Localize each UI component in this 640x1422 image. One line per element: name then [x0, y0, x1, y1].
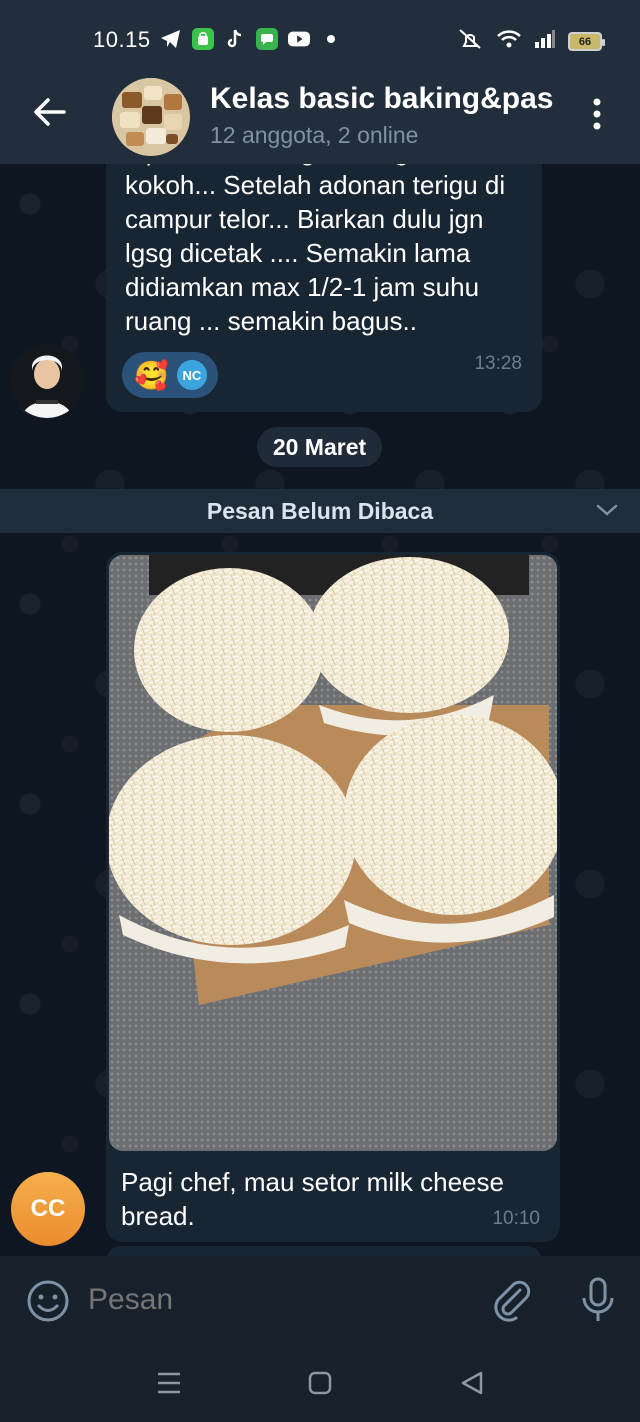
chat-header: Kelas basic baking&pas 12 anggota, 2 onl…: [0, 78, 640, 164]
paperclip-icon[interactable]: [490, 1278, 532, 1322]
message-bubble[interactable]: Tipe semakin ngembang dan kokoh... Setel…: [106, 164, 542, 412]
bread-photo[interactable]: [109, 555, 557, 1151]
status-time: 10.15: [93, 27, 151, 52]
smiling-hearts-emoji-icon: 🥰: [134, 359, 169, 391]
emoji-icon[interactable]: [26, 1279, 70, 1323]
message-text: Pagi chef, mau setor milk cheese bread.: [121, 1167, 504, 1231]
message-input[interactable]: [88, 1280, 468, 1320]
chevron-down-icon[interactable]: [596, 501, 618, 519]
home-icon[interactable]: [300, 1368, 340, 1398]
dot-icon: [320, 28, 342, 50]
signal-icon: [534, 29, 556, 54]
date-separator: 20 Maret: [257, 427, 382, 467]
unread-label: Pesan Belum Dibaca: [206, 498, 434, 524]
reaction-user-avatar: NC: [174, 358, 209, 392]
chat-subtitle: 12 anggota, 2 online: [210, 122, 419, 148]
more-vert-icon[interactable]: [586, 96, 608, 132]
chat-area[interactable]: Tipe semakin ngembang dan kokoh... Setel…: [0, 164, 640, 1256]
chat-title[interactable]: Kelas basic baking&pas: [210, 82, 555, 116]
cart-icon: [192, 28, 214, 50]
status-bar: 10.15 66: [0, 0, 640, 78]
back-arrow-icon[interactable]: [30, 92, 70, 132]
microphone-icon[interactable]: [578, 1276, 618, 1324]
message-bubble[interactable]: Pagi chef, mau setor milk cheese bread. …: [106, 552, 560, 1242]
message-time: 10:10: [492, 1208, 540, 1229]
system-nav-bar: [0, 1344, 640, 1422]
messages-icon: [256, 28, 278, 50]
sender-avatar[interactable]: [10, 344, 84, 418]
telegram-icon: [160, 28, 182, 50]
next-message-bubble[interactable]: [106, 1246, 542, 1256]
message-time: 13:28: [474, 353, 522, 374]
youtube-icon: [288, 28, 310, 50]
message-text: Tipe semakin ngembang dan kokoh... Setel…: [125, 164, 506, 336]
menu-icon[interactable]: [150, 1368, 190, 1398]
tiktok-icon: [224, 28, 246, 50]
back-triangle-icon[interactable]: [452, 1368, 492, 1398]
unread-divider: Pesan Belum Dibaca: [0, 489, 640, 533]
mute-icon: [456, 28, 484, 55]
reaction-chip[interactable]: 🥰 NC: [122, 352, 218, 398]
sender-avatar[interactable]: CC: [11, 1172, 85, 1246]
battery-icon: 66: [568, 32, 605, 51]
group-avatar[interactable]: [112, 78, 190, 156]
system-icons: 66: [456, 28, 605, 55]
wifi-icon: [496, 28, 522, 55]
message-composer: [0, 1256, 640, 1344]
notification-icons: [160, 28, 342, 50]
